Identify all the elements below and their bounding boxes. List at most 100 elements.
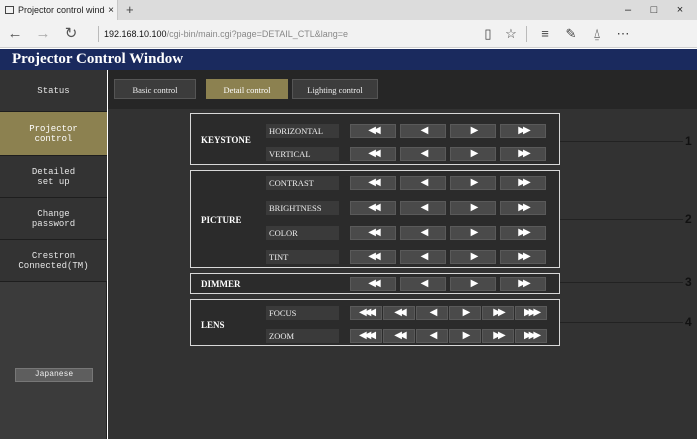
decrease-fastest-button[interactable]: ◀◀◀	[350, 329, 382, 343]
decrease-button[interactable]: ◀	[416, 329, 448, 343]
more-icon[interactable]: ⋯	[612, 20, 634, 48]
decrease-button[interactable]: ◀	[400, 201, 446, 215]
tab-basic-control[interactable]: Basic control	[114, 79, 196, 99]
maximize-button[interactable]: □	[641, 0, 667, 20]
tab-lighting-control[interactable]: Lighting control	[292, 79, 378, 99]
decrease-fast-button[interactable]: ◀◀	[383, 329, 415, 343]
browser-tab-bar: Projector control window × + – □ ×	[0, 0, 697, 20]
increase-fast-button[interactable]: ▶▶	[500, 176, 546, 190]
browser-tab[interactable]: Projector control window ×	[0, 0, 118, 20]
divider	[98, 26, 99, 42]
increase-button[interactable]: ▶	[449, 329, 481, 343]
row-label: CONTRAST	[266, 176, 339, 190]
decrease-button[interactable]: ◀	[416, 306, 448, 320]
reading-view-icon[interactable]: ▯	[477, 20, 499, 48]
sidebar-item-projector-control[interactable]: Projector control	[0, 112, 107, 156]
increase-button[interactable]: ▶	[450, 124, 496, 138]
row-label: VERTICAL	[266, 147, 339, 161]
increase-fast-button[interactable]: ▶▶	[500, 250, 546, 264]
tab-detail-control[interactable]: Detail control	[206, 79, 288, 99]
increase-button[interactable]: ▶	[449, 306, 481, 320]
forward-button[interactable]: →	[32, 20, 54, 48]
decrease-button[interactable]: ◀	[400, 124, 446, 138]
new-tab-button[interactable]: +	[126, 2, 134, 18]
back-button[interactable]: ←	[4, 20, 26, 48]
minimize-button[interactable]: –	[615, 0, 641, 20]
divider	[526, 26, 527, 42]
callout-line	[560, 322, 683, 323]
dimmer-label: DIMMER	[201, 279, 241, 289]
callout-number: 2	[685, 212, 692, 226]
row-label: ZOOM	[266, 329, 339, 343]
sidebar-item-crestron-connected[interactable]: Crestron Connected(TM)	[0, 240, 107, 282]
callout-number: 4	[685, 315, 692, 329]
increase-fast-button[interactable]: ▶▶	[500, 201, 546, 215]
increase-fast-button[interactable]: ▶▶	[500, 226, 546, 240]
sidebar: Status Projector control Detailed set up…	[0, 70, 107, 439]
favorite-star-icon[interactable]: ☆	[500, 20, 522, 48]
browser-nav-bar: ← → ↻ 192.168.10.100/cgi-bin/main.cgi?pa…	[0, 20, 697, 48]
decrease-fast-button[interactable]: ◀◀	[383, 306, 415, 320]
decrease-button[interactable]: ◀	[400, 250, 446, 264]
increase-fastest-button[interactable]: ▶▶▶	[515, 306, 547, 320]
web-note-icon[interactable]: ✎	[560, 20, 582, 48]
url-path: /cgi-bin/main.cgi?page=DETAIL_CTL&lang=e	[166, 29, 348, 39]
increase-button[interactable]: ▶	[450, 176, 496, 190]
decrease-button[interactable]: ◀	[400, 147, 446, 161]
increase-button[interactable]: ▶	[450, 277, 496, 291]
decrease-fast-button[interactable]: ◀◀	[350, 147, 396, 161]
sidebar-item-detailed-set-up[interactable]: Detailed set up	[0, 156, 107, 198]
decrease-fastest-button[interactable]: ◀◀◀	[350, 306, 382, 320]
increase-button[interactable]: ▶	[450, 201, 496, 215]
increase-button[interactable]: ▶	[450, 250, 496, 264]
decrease-fast-button[interactable]: ◀◀	[350, 124, 396, 138]
page-icon	[5, 6, 14, 14]
tab-close-icon[interactable]: ×	[105, 5, 117, 16]
row-label: BRIGHTNESS	[266, 201, 339, 215]
sidebar-item-change-password[interactable]: Change password	[0, 198, 107, 240]
dimmer-group: DIMMER ◀◀ ◀ ▶ ▶▶	[190, 273, 560, 294]
keystone-label: KEYSTONE	[201, 135, 251, 145]
increase-button[interactable]: ▶	[450, 226, 496, 240]
hub-icon[interactable]: ≡	[534, 20, 556, 48]
callout-line	[560, 141, 683, 142]
decrease-fast-button[interactable]: ◀◀	[350, 250, 396, 264]
decrease-fast-button[interactable]: ◀◀	[350, 176, 396, 190]
decrease-fast-button[interactable]: ◀◀	[350, 277, 396, 291]
callout-number: 3	[685, 275, 692, 289]
tab-bar: Basic control Detail control Lighting co…	[108, 70, 697, 109]
browser-tab-title: Projector control window	[18, 5, 105, 15]
close-window-button[interactable]: ×	[667, 0, 693, 20]
decrease-button[interactable]: ◀	[400, 226, 446, 240]
row-label: COLOR	[266, 226, 339, 240]
row-label: HORIZONTAL	[266, 124, 339, 138]
language-button[interactable]: Japanese	[15, 368, 93, 382]
increase-fast-button[interactable]: ▶▶	[482, 329, 514, 343]
increase-fast-button[interactable]: ▶▶	[500, 124, 546, 138]
callout-number: 1	[685, 134, 692, 148]
callout-line	[560, 219, 683, 220]
url-host: 192.168.10.100	[104, 29, 167, 39]
increase-fast-button[interactable]: ▶▶	[500, 147, 546, 161]
increase-fast-button[interactable]: ▶▶	[482, 306, 514, 320]
decrease-fast-button[interactable]: ◀◀	[350, 226, 396, 240]
address-bar[interactable]: 192.168.10.100/cgi-bin/main.cgi?page=DET…	[104, 25, 464, 43]
decrease-button[interactable]: ◀	[400, 277, 446, 291]
increase-button[interactable]: ▶	[450, 147, 496, 161]
picture-group: PICTURE CONTRAST ◀◀ ◀ ▶ ▶▶ BRIGHTNESS ◀◀…	[190, 170, 560, 268]
decrease-fast-button[interactable]: ◀◀	[350, 201, 396, 215]
keystone-group: KEYSTONE HORIZONTAL ◀◀ ◀ ▶ ▶▶ VERTICAL ◀…	[190, 113, 560, 165]
decrease-button[interactable]: ◀	[400, 176, 446, 190]
sidebar-item-status[interactable]: Status	[0, 70, 107, 112]
row-label: TINT	[266, 250, 339, 264]
increase-fast-button[interactable]: ▶▶	[500, 277, 546, 291]
share-icon[interactable]: ⍙	[586, 20, 608, 48]
lens-label: LENS	[201, 320, 225, 330]
row-label: FOCUS	[266, 306, 339, 320]
picture-label: PICTURE	[201, 215, 242, 225]
callout-line	[560, 282, 683, 283]
refresh-button[interactable]: ↻	[60, 20, 82, 48]
lens-group: LENS FOCUS ◀◀◀ ◀◀ ◀ ▶ ▶▶ ▶▶▶ ZOOM ◀◀◀ ◀◀…	[190, 299, 560, 346]
increase-fastest-button[interactable]: ▶▶▶	[515, 329, 547, 343]
app-title: Projector Control Window	[0, 49, 697, 70]
